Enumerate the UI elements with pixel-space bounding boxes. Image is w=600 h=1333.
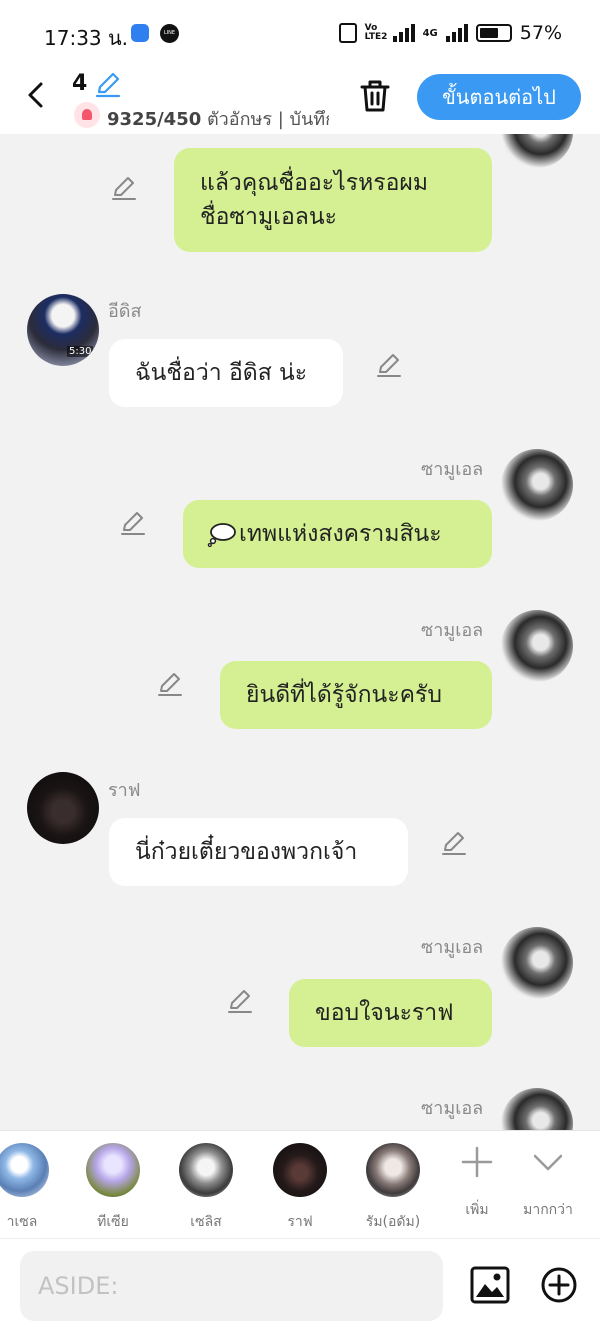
status-indicators: Vo LTE2 4G 57% <box>338 22 562 44</box>
message-text: ฉันชื่อว่า อีดิส น่ะ <box>135 360 308 386</box>
more-characters-button[interactable]: มากกว่า <box>518 1145 578 1225</box>
plus-icon <box>461 1146 493 1178</box>
thought-bubble-icon <box>207 523 236 547</box>
message-bubble[interactable]: ฉันชื่อว่า อีดิส น่ะ <box>109 339 343 407</box>
chevron-down-icon <box>533 1154 563 1171</box>
character-avatar <box>179 1143 233 1197</box>
avatar-badge: 5:30 <box>67 346 94 357</box>
message-bubble[interactable]: ยินดีที่ได้รู้จักนะครับ <box>220 661 492 729</box>
back-arrow-icon[interactable] <box>22 80 52 110</box>
character-name: รัม(อดัม) <box>365 1214 421 1230</box>
character-name: าเซล <box>6 1214 38 1230</box>
message-line: ชื่อซามูเอลนะ <box>200 204 337 230</box>
character-item[interactable]: รัม(อดัม) <box>353 1143 433 1233</box>
image-icon[interactable] <box>470 1265 510 1305</box>
editor-header: 4 9325/450 ตัวอักษร | บันทึก ขั้นตอนต่อไ… <box>0 68 600 134</box>
edit-message-pencil-icon[interactable] <box>110 174 138 202</box>
signal-icon <box>392 24 415 42</box>
vibrate-icon <box>338 23 357 43</box>
message-bubble[interactable]: ขอบใจนะราฟ <box>289 979 492 1047</box>
add-character-label: เพิ่ม <box>465 1202 489 1218</box>
character-avatar <box>273 1143 327 1197</box>
character-item[interactable]: ทีเซีย <box>73 1143 153 1233</box>
character-item[interactable]: เซลิส <box>166 1143 246 1233</box>
message-line: แล้วคุณชื่ออะไรหรอผม <box>200 170 429 196</box>
character-count: 9325/450 ตัวอักษร | บันทึก <box>107 104 329 133</box>
avatar-samuel[interactable] <box>501 134 573 168</box>
character-item[interactable]: าเซล <box>0 1143 62 1233</box>
avatar-samuel[interactable] <box>501 610 573 682</box>
message-text: ขอบใจนะราฟ <box>315 1000 454 1026</box>
speaker-name: อีดิส <box>108 301 142 322</box>
notification-app-icon <box>131 24 149 42</box>
character-avatar <box>366 1143 420 1197</box>
speaker-name: ซามูเอล <box>421 459 484 480</box>
edit-message-pencil-icon[interactable] <box>156 670 184 698</box>
avatar-samuel[interactable] <box>501 1088 573 1130</box>
edit-title-pencil-icon[interactable] <box>94 70 122 98</box>
character-item[interactable]: ราฟ <box>260 1143 340 1233</box>
line-app-icon: LINE <box>160 24 179 43</box>
message-bubble[interactable]: แล้วคุณชื่ออะไรหรอผม ชื่อซามูเอลนะ <box>174 148 492 252</box>
character-avatar <box>0 1143 49 1197</box>
speaker-name: ซามูเอล <box>421 1098 484 1119</box>
bell-icon <box>74 102 100 128</box>
speaker-name: ซามูเอล <box>421 937 484 958</box>
edit-message-pencil-icon[interactable] <box>226 987 254 1015</box>
avatar-samuel[interactable] <box>501 449 573 521</box>
add-circle-icon[interactable] <box>540 1266 578 1304</box>
more-characters-label: มากกว่า <box>523 1202 573 1218</box>
status-bar: 17:33 น. LINE Vo LTE2 4G 57% <box>0 0 600 68</box>
message-text: เทพแห่งสงครามสินะ <box>239 521 442 547</box>
character-name: เซลิส <box>190 1214 222 1230</box>
composer-bar <box>0 1238 600 1333</box>
character-name: ราฟ <box>287 1214 313 1230</box>
episode-number: 4 <box>72 71 88 96</box>
status-time: 17:33 น. <box>44 26 129 50</box>
character-count-suffix: ตัวอักษร | บันทึก <box>201 109 329 130</box>
edit-message-pencil-icon[interactable] <box>119 509 147 537</box>
message-bubble[interactable]: นี่ก๋วยเตี๋ยวของพวกเจ้า <box>109 818 408 886</box>
trash-icon[interactable] <box>358 78 392 114</box>
app-screen: 17:33 น. LINE Vo LTE2 4G 57% 4 9325/450 … <box>0 0 600 1333</box>
edit-message-pencil-icon[interactable] <box>375 351 403 379</box>
battery-level: 57% <box>519 22 562 44</box>
avatar-edith[interactable]: 5:30 <box>27 294 99 366</box>
speaker-name: ซามูเอล <box>421 620 484 641</box>
message-text: ยินดีที่ได้รู้จักนะครับ <box>246 682 442 708</box>
avatar-samuel[interactable] <box>501 927 573 999</box>
speaker-name: ราฟ <box>108 780 141 801</box>
battery-icon <box>475 24 512 42</box>
volte-indicator: Vo LTE2 <box>364 23 388 42</box>
chat-area[interactable]: แล้วคุณชื่ออะไรหรอผม ชื่อซามูเอลนะ 5:30 … <box>0 134 600 1130</box>
character-count-value: 9325/450 <box>107 109 202 130</box>
message-bubble[interactable]: เทพแห่งสงครามสินะ <box>183 500 492 568</box>
add-character-button[interactable]: เพิ่ม <box>452 1145 502 1225</box>
character-avatar <box>86 1143 140 1197</box>
next-step-button[interactable]: ขั้นตอนต่อไป <box>417 74 581 120</box>
network-type: 4G <box>422 27 438 39</box>
avatar-ralph[interactable] <box>27 772 99 844</box>
character-selector: าเซล ทีเซีย เซลิส ราฟ รัม(อดัม) เพิ่ม มา… <box>0 1130 600 1238</box>
aside-input[interactable] <box>20 1251 443 1321</box>
message-text: นี่ก๋วยเตี๋ยวของพวกเจ้า <box>135 839 358 865</box>
signal-icon-2 <box>445 24 468 42</box>
edit-message-pencil-icon[interactable] <box>440 829 468 857</box>
character-name: ทีเซีย <box>97 1214 129 1230</box>
